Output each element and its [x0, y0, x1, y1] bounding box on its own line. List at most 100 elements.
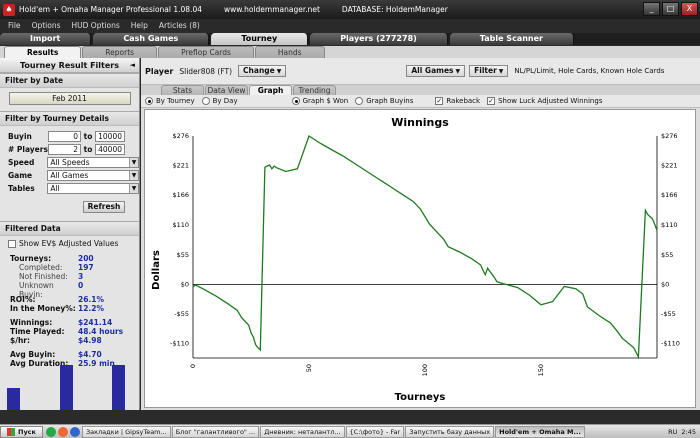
completed-value: 197	[78, 263, 94, 272]
winnings-label: Winnings:	[10, 318, 53, 327]
tab-players[interactable]: Players (277278)	[310, 33, 448, 45]
menu-help[interactable]: Help	[131, 21, 148, 30]
buyin-max-input[interactable]: 10000	[95, 130, 125, 142]
refresh-button[interactable]: Refresh	[83, 201, 125, 213]
chevron-down-icon: ▼	[498, 68, 504, 75]
by-day-label: By Day	[212, 97, 238, 105]
ev-adjusted-checkbox[interactable]	[8, 239, 16, 248]
app-icon[interactable]	[69, 426, 80, 437]
window-title: Hold'em + Omaha Manager Professional 1.0…	[19, 5, 202, 14]
change-player-button[interactable]: Change ▼	[238, 65, 287, 77]
buyin-label: Buyin	[8, 131, 32, 141]
date-range-button[interactable]: Feb 2011	[8, 92, 131, 105]
winnings-chart: Winnings Tourneys Dollars $276 $276 $221 $2…	[144, 109, 696, 408]
chevron-down-icon: ▼	[129, 170, 138, 180]
graph-options: By Tourney By Day Graph $ Won Graph Buyi…	[141, 95, 700, 108]
tab-table-scanner[interactable]: Table Scanner	[449, 33, 574, 45]
roi-label: ROI%:	[10, 295, 36, 304]
tourneys-label: Tourneys:	[10, 254, 52, 263]
view-tabs: Stats Data View Graph Trending	[141, 85, 700, 95]
unknown-buyin-label: Unknown Buyin:	[19, 281, 54, 299]
rakeback-checkbox[interactable]: ✓	[435, 97, 444, 105]
title-bar: ♠ Hold'em + Omaha Manager Professional 1…	[0, 0, 700, 19]
y-tick-label-left: -$110	[170, 339, 189, 347]
maximize-button[interactable]: □	[662, 2, 679, 16]
y-tick-label-right: $110	[661, 221, 678, 229]
language-indicator[interactable]: RU	[668, 428, 677, 436]
status-strip	[0, 410, 700, 424]
start-button[interactable]: Пуск	[0, 425, 43, 438]
luck-adjusted-checkbox[interactable]: ✓	[487, 97, 496, 105]
tab-data-view[interactable]: Data View	[205, 85, 248, 95]
speed-select[interactable]: All Speeds ▼	[47, 156, 139, 168]
dollars-per-hour-value: $4.98	[78, 336, 102, 345]
by-day-radio[interactable]	[201, 97, 210, 105]
mini-bar	[7, 387, 20, 410]
y-tick-label-left: $276	[172, 132, 189, 140]
main-tabs: Import Cash Games Tourney Players (27727…	[0, 33, 700, 45]
filter-by-date-title: Filter by Date	[0, 73, 139, 88]
buyin-min-input[interactable]: 0	[48, 130, 81, 142]
task-blog[interactable]: Блог "галантливого" ...	[171, 425, 260, 438]
menu-file[interactable]: File	[8, 21, 21, 30]
avg-buyin-label: Avg Buyin:	[10, 350, 56, 359]
by-tourney-radio[interactable]	[145, 97, 153, 105]
game-select[interactable]: All Games ▼	[47, 169, 139, 181]
browser-icon[interactable]	[45, 426, 56, 437]
time-played-label: Time Played:	[10, 327, 65, 336]
y-tick-label-right: $276	[661, 132, 678, 140]
players-min-input[interactable]: 2	[48, 143, 81, 155]
mini-bar-chart	[0, 364, 139, 410]
graph-buyins-radio[interactable]	[355, 97, 364, 105]
collapse-panel-icon[interactable]: ◄	[130, 58, 135, 73]
tab-graph[interactable]: Graph	[249, 85, 292, 95]
ev-adjusted-label: Show EV$ Adjusted Values	[19, 239, 119, 248]
games-select[interactable]: All Games ▼	[406, 65, 466, 77]
chrome-icon[interactable]	[57, 426, 68, 437]
players-max-input[interactable]: 40000	[95, 143, 125, 155]
tab-reports[interactable]: Reports	[82, 46, 158, 58]
chart-title: Winnings	[391, 116, 449, 129]
menu-options[interactable]: Options	[32, 21, 61, 30]
tab-results[interactable]: Results	[4, 46, 82, 58]
results-content: Player Slider808 (FT) Change ▼ All Games ▼…	[141, 58, 700, 410]
graph-won-label: Graph $ Won	[302, 97, 349, 105]
close-button[interactable]: X	[681, 2, 698, 16]
players-label: # Players	[8, 144, 48, 154]
minimize-button[interactable]: _	[643, 2, 660, 16]
tab-tourney[interactable]: Tourney	[211, 33, 309, 45]
website-label: www.holdemmanager.net	[224, 5, 320, 14]
tab-preflop-cards[interactable]: Preflop Cards	[158, 46, 254, 58]
task-diary[interactable]: Дневник: неталантл...	[260, 425, 345, 438]
not-finished-label: Not Finished:	[19, 272, 68, 281]
menu-hud-options[interactable]: HUD Options	[72, 21, 120, 30]
tables-select[interactable]: All ▼	[47, 182, 139, 194]
filter-button[interactable]: Filter ▼	[469, 65, 509, 77]
tourneys-value: 200	[78, 254, 94, 263]
change-label: Change	[243, 66, 275, 75]
game-label: Game	[8, 170, 33, 180]
tab-hands[interactable]: Hands	[254, 46, 325, 58]
chevron-down-icon: ▼	[129, 157, 138, 167]
not-finished-value: 3	[78, 272, 84, 281]
menu-bar: File Options HUD Options Help Articles (…	[0, 19, 700, 32]
menu-articles[interactable]: Articles (8)	[159, 21, 200, 30]
y-tick-label-left: $110	[172, 221, 189, 229]
task-far[interactable]: {C:\фото} - Far	[345, 425, 405, 438]
tab-trending[interactable]: Trending	[293, 85, 336, 95]
tab-import[interactable]: Import	[0, 33, 92, 45]
by-tourney-label: By Tourney	[156, 97, 195, 105]
player-name: Slider808 (FT)	[179, 66, 233, 76]
tab-cash-games[interactable]: Cash Games	[93, 33, 210, 45]
graph-won-radio[interactable]	[291, 97, 300, 105]
x-tick-label: 100	[421, 364, 429, 376]
taskbar: Пуск Закладки | GipsyTeam... Блог "галан…	[0, 424, 700, 438]
luck-adjusted-label: Show Luck Adjusted Winnings	[498, 97, 603, 105]
task-bookmarks[interactable]: Закладки | GipsyTeam...	[81, 425, 171, 438]
task-database[interactable]: Запустить базу данных	[405, 425, 495, 438]
chevron-down-icon: ▼	[455, 68, 461, 75]
tab-stats[interactable]: Stats	[161, 85, 204, 95]
players-to-label: to	[83, 144, 93, 154]
task-holdem-manager[interactable]: Hold'em + Omaha M...	[495, 425, 585, 438]
clock: 2:45	[681, 427, 696, 436]
